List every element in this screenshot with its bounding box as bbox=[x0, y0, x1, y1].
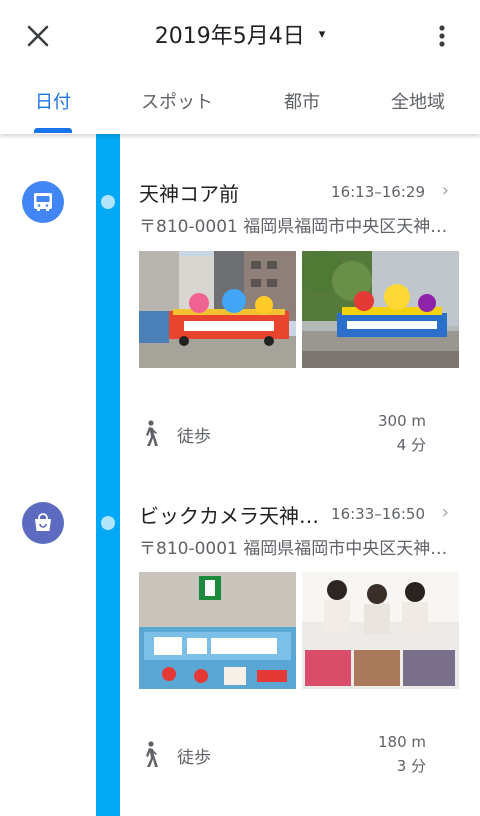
bus-icon bbox=[34, 193, 52, 211]
dropdown-arrow-icon: ▾ bbox=[318, 26, 326, 42]
place-card: 天神コア前 16:13–16:29 › 〒810-0001 福岡県福岡市中央区天… bbox=[139, 178, 459, 237]
tab-bar: 日付 スポット 都市 全地域 bbox=[0, 78, 480, 134]
timeline-dot bbox=[101, 195, 115, 209]
place-address: 〒810-0001 福岡県福岡市中央区天神… bbox=[139, 217, 448, 237]
tab-cities[interactable]: 都市 bbox=[250, 78, 354, 134]
walk-duration: 3 分 bbox=[396, 757, 426, 775]
active-tab-indicator bbox=[34, 128, 72, 133]
tab-all-regions[interactable]: 全地域 bbox=[362, 78, 474, 134]
walk-distance: 180 m bbox=[377, 733, 426, 751]
transit-place-icon bbox=[22, 181, 64, 223]
walk-label: 徒歩 bbox=[177, 427, 211, 447]
place-title-row[interactable]: 天神コア前 16:13–16:29 › bbox=[139, 178, 459, 208]
walk-segment[interactable]: 徒歩 180 m 3 分 bbox=[139, 733, 429, 783]
place-title-row[interactable]: ビックカメラ天神… 16:33–16:50 › bbox=[139, 500, 459, 530]
shopping-bag-icon bbox=[35, 513, 51, 531]
walk-duration: 4 分 bbox=[396, 436, 426, 454]
people-photo[interactable] bbox=[302, 572, 459, 689]
timeline-bar bbox=[96, 134, 120, 816]
place-time: 16:13–16:29 bbox=[331, 183, 425, 201]
timeline-dot bbox=[101, 516, 115, 530]
walking-icon bbox=[146, 420, 158, 446]
shopping-place-icon bbox=[22, 502, 64, 544]
walk-segment[interactable]: 徒歩 300 m 4 分 bbox=[139, 412, 429, 462]
place-name: 天神コア前 bbox=[139, 182, 239, 206]
chevron-right-icon: › bbox=[441, 502, 449, 523]
walking-icon bbox=[146, 741, 158, 767]
place-name: ビックカメラ天神… bbox=[139, 504, 319, 528]
date-selector[interactable]: 2019年5月4日 ▾ bbox=[0, 14, 480, 54]
more-vert-icon bbox=[439, 25, 445, 47]
parade-float-photo[interactable] bbox=[139, 251, 296, 368]
walk-distance: 300 m bbox=[377, 412, 426, 430]
chevron-right-icon: › bbox=[441, 180, 449, 201]
parade-float-photo[interactable] bbox=[302, 251, 459, 368]
poster-photo[interactable] bbox=[139, 572, 296, 689]
app-header: 2019年5月4日 ▾ 日付 スポット 都市 全地域 bbox=[0, 0, 480, 134]
more-options-button[interactable] bbox=[422, 16, 462, 56]
date-label: 2019年5月4日 bbox=[154, 24, 305, 49]
tab-spots[interactable]: スポット bbox=[112, 78, 242, 134]
place-card: ビックカメラ天神… 16:33–16:50 › 〒810-0001 福岡県福岡市… bbox=[139, 500, 459, 559]
place-time: 16:33–16:50 bbox=[331, 505, 425, 523]
tab-date[interactable]: 日付 bbox=[0, 78, 106, 134]
place-address: 〒810-0001 福岡県福岡市中央区天神… bbox=[139, 539, 448, 559]
walk-label: 徒歩 bbox=[177, 748, 211, 768]
